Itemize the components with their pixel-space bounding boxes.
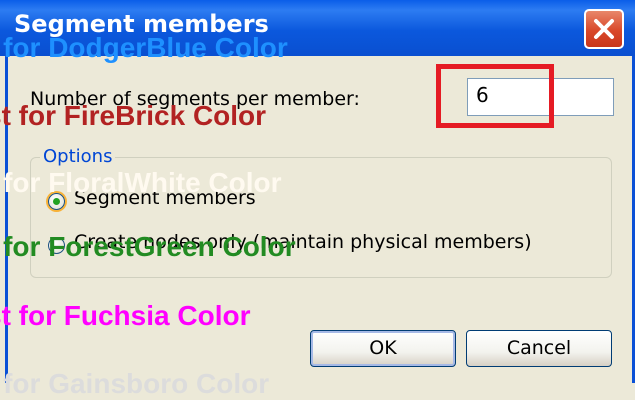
title-bar: Segment members	[0, 0, 635, 56]
window-title: Segment members	[14, 10, 269, 38]
radio-create-nodes-label[interactable]: Create nodes only (maintain physical mem…	[74, 231, 532, 253]
close-button[interactable]	[584, 9, 624, 49]
radio-segment-members[interactable]	[48, 193, 65, 210]
segments-input[interactable]: 6	[467, 78, 614, 116]
ok-button[interactable]: OK	[310, 330, 456, 367]
options-group	[30, 157, 612, 278]
cancel-button[interactable]: Cancel	[466, 330, 612, 367]
segments-label: Number of segments per member:	[30, 88, 360, 110]
radio-segment-members-label[interactable]: Segment members	[74, 187, 256, 209]
close-icon	[594, 19, 614, 39]
radio-create-nodes[interactable]	[48, 237, 65, 254]
options-legend: Options	[40, 146, 116, 167]
radio-selected-dot	[53, 198, 60, 205]
